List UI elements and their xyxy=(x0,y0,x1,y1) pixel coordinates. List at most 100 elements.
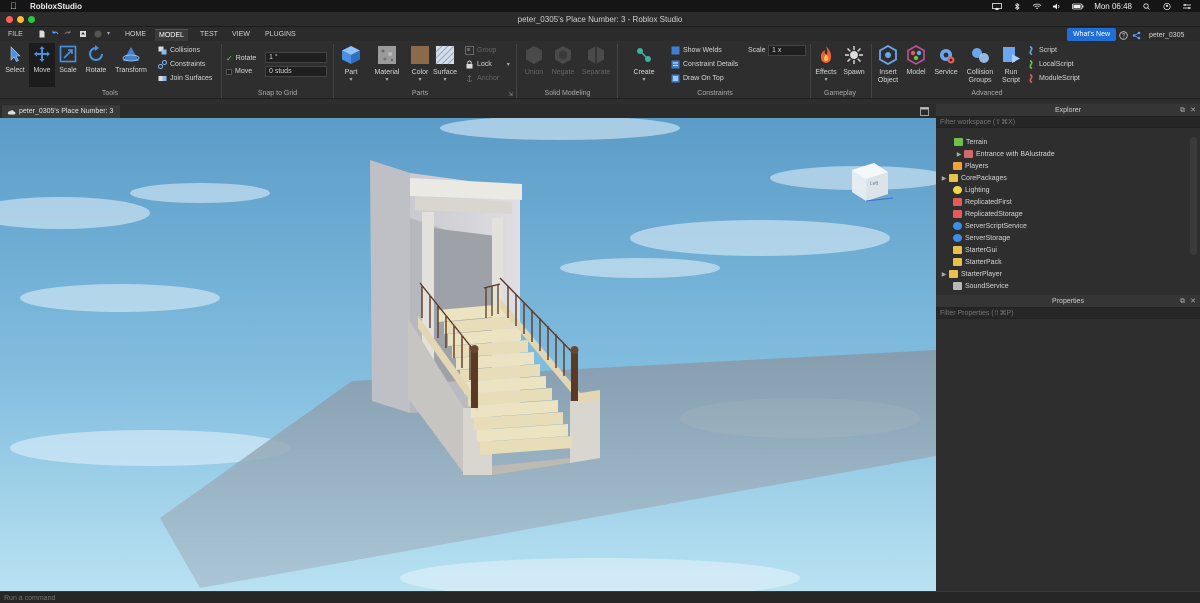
undo-icon[interactable] xyxy=(51,30,59,38)
explorer-close-icon[interactable]: ✕ xyxy=(1190,104,1196,117)
constraints-toggle[interactable]: Constraints xyxy=(158,60,205,69)
tree-item-serverscriptservice[interactable]: ServerScriptService xyxy=(936,220,1190,232)
tree-item-terrain[interactable]: Terrain xyxy=(936,136,1190,148)
tree-item-starterpack[interactable]: StarterPack xyxy=(936,256,1190,268)
lock-button[interactable]: Lock ▾ xyxy=(465,60,510,69)
surface-button[interactable]: Surface ▾ xyxy=(432,45,458,83)
quick-access-dropdown-icon[interactable]: ▾ xyxy=(107,30,110,37)
command-input[interactable] xyxy=(4,593,604,603)
tree-item-soundservice[interactable]: SoundService xyxy=(936,280,1190,292)
move-snap-input[interactable]: 0 studs xyxy=(265,66,327,77)
app-name[interactable]: RobloxStudio xyxy=(30,2,82,11)
expand-arrow-icon[interactable]: ▶ xyxy=(939,271,949,278)
draw-on-top-toggle[interactable]: Draw On Top xyxy=(671,74,724,83)
whats-new-button[interactable]: What's New xyxy=(1067,28,1116,41)
search-icon[interactable] xyxy=(1142,2,1152,10)
control-center-icon[interactable] xyxy=(1182,3,1192,10)
tree-item-players[interactable]: Players xyxy=(936,160,1190,172)
part-dropdown-icon[interactable]: ▾ xyxy=(338,76,364,83)
airplay-icon[interactable] xyxy=(992,2,1003,10)
user-icon[interactable] xyxy=(1162,2,1172,10)
effects-button[interactable]: Effects ▾ xyxy=(813,45,839,83)
script-button[interactable]: Script xyxy=(1028,46,1057,55)
scale-button[interactable]: Scale xyxy=(56,45,80,74)
effects-dropdown-icon[interactable]: ▾ xyxy=(813,76,839,83)
rotate-button[interactable]: Rotate xyxy=(82,45,110,74)
anchor-button[interactable]: Anchor xyxy=(465,74,499,83)
properties-close-icon[interactable]: ✕ xyxy=(1190,295,1196,308)
help-icon[interactable]: ? xyxy=(1119,29,1128,41)
bluetooth-icon[interactable] xyxy=(1012,2,1022,10)
tab-view[interactable]: VIEW xyxy=(228,29,254,41)
constraint-details-toggle[interactable]: Constraint Details xyxy=(671,60,738,69)
upper-landing-rail[interactable] xyxy=(483,283,501,318)
select-button[interactable]: Select xyxy=(2,45,28,74)
tree-item-corepackages[interactable]: ▶ CorePackages xyxy=(936,172,1190,184)
part-button[interactable]: Part ▾ xyxy=(338,45,364,83)
tab-model[interactable]: MODEL xyxy=(155,29,188,41)
union-button[interactable]: Union xyxy=(519,45,549,76)
tab-file[interactable]: FILE xyxy=(4,29,27,41)
constraint-scale-input[interactable]: 1 x xyxy=(768,45,806,56)
color-dropdown-icon[interactable]: ▾ xyxy=(408,76,432,83)
tab-plugins[interactable]: PLUGINS xyxy=(261,29,300,41)
explorer-filter-input[interactable] xyxy=(936,117,1186,128)
modulescript-button[interactable]: ModuleScript xyxy=(1028,74,1080,83)
publish-icon[interactable] xyxy=(79,30,87,38)
color-button[interactable]: Color ▾ xyxy=(408,45,432,83)
separate-button[interactable]: Separate xyxy=(579,45,613,76)
stair-pedestal-right[interactable] xyxy=(570,398,600,463)
tree-item-lighting[interactable]: Lighting xyxy=(936,184,1190,196)
volume-icon[interactable] xyxy=(1052,3,1062,10)
tree-item-starterplayer[interactable]: ▶ StarterPlayer xyxy=(936,268,1190,280)
run-script-button[interactable]: Run Script xyxy=(998,45,1024,85)
tree-item-entrance[interactable]: ▶ Entrance with BAlustrade xyxy=(936,148,1190,160)
group-button[interactable]: Group xyxy=(465,46,496,55)
move-button[interactable]: Move xyxy=(29,43,55,87)
tree-item-serverstorage[interactable]: ServerStorage xyxy=(936,232,1190,244)
apple-icon[interactable]:  xyxy=(10,1,20,11)
transform-button[interactable]: Transform xyxy=(112,45,150,74)
expand-arrow-icon[interactable]: ▶ xyxy=(954,151,964,158)
model-button[interactable]: Model xyxy=(903,45,929,76)
battery-icon[interactable] xyxy=(1072,3,1084,10)
new-file-icon[interactable] xyxy=(38,30,46,38)
redo-icon[interactable] xyxy=(64,30,72,38)
3d-viewport[interactable]: Left xyxy=(0,118,936,591)
negate-button[interactable]: Negate xyxy=(549,45,577,76)
tree-item-replicatedfirst[interactable]: ReplicatedFirst xyxy=(936,196,1190,208)
move-snap-toggle[interactable]: Move xyxy=(226,68,252,75)
wifi-icon[interactable] xyxy=(1032,3,1042,10)
popout-icon[interactable] xyxy=(920,107,929,116)
show-welds-toggle[interactable]: Show Welds xyxy=(671,46,722,55)
properties-popout-icon[interactable]: ⧉ xyxy=(1180,295,1185,308)
tree-item-startergui[interactable]: StarterGui xyxy=(936,244,1190,256)
left-newel-post[interactable] xyxy=(471,350,478,408)
right-newel-post[interactable] xyxy=(571,351,578,401)
place-document-tab[interactable]: peter_0305's Place Number: 3 xyxy=(2,105,120,118)
create-constraint-button[interactable]: Create ▾ xyxy=(630,45,658,83)
username[interactable]: peter_0305 xyxy=(1149,29,1184,41)
entrance-back-wall[interactable] xyxy=(370,160,410,413)
service-button[interactable]: Service xyxy=(931,45,961,76)
explorer-scrollbar[interactable] xyxy=(1190,137,1197,255)
lock-dropdown-icon[interactable]: ▾ xyxy=(507,61,510,68)
explorer-popout-icon[interactable]: ⧉ xyxy=(1180,104,1185,117)
rotate-snap-input[interactable]: 1 ° xyxy=(265,52,327,63)
collision-groups-button[interactable]: Collision Groups xyxy=(962,45,998,85)
tree-item-replicatedstorage[interactable]: ReplicatedStorage xyxy=(936,208,1190,220)
expand-arrow-icon[interactable]: ▶ xyxy=(939,175,949,182)
surface-dropdown-icon[interactable]: ▾ xyxy=(432,76,458,83)
tab-test[interactable]: TEST xyxy=(196,29,222,41)
create-dropdown-icon[interactable]: ▾ xyxy=(630,76,658,83)
material-button[interactable]: Material ▾ xyxy=(372,45,402,83)
collisions-toggle[interactable]: Collisions xyxy=(158,46,200,55)
rotate-snap-toggle[interactable]: ✓ Rotate xyxy=(226,54,256,63)
tab-home[interactable]: HOME xyxy=(121,29,150,41)
play-icon[interactable] xyxy=(94,30,102,38)
properties-filter-input[interactable] xyxy=(936,308,1186,319)
join-surfaces-toggle[interactable]: Join Surfaces xyxy=(158,74,212,83)
material-dropdown-icon[interactable]: ▾ xyxy=(372,76,402,83)
spawn-button[interactable]: Spawn xyxy=(840,45,868,76)
localscript-button[interactable]: LocalScript xyxy=(1028,60,1074,69)
